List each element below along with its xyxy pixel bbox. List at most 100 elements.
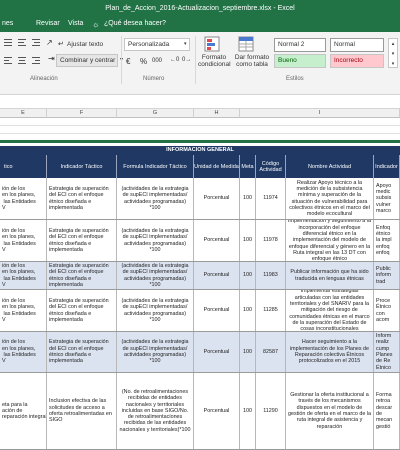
tell-me-search[interactable]: ¿Qué desea hacer?: [104, 20, 166, 27]
cell-indicator-formula[interactable]: (actividades de la estrategia de supECI …: [117, 178, 194, 219]
ribbon-tabs: nes Revisar Vista ☼ ¿Qué desea hacer?: [0, 18, 400, 32]
header-goal: Meta: [240, 155, 256, 178]
chevron-down-icon: ▾: [184, 41, 187, 47]
ribbon-divider: [195, 36, 196, 84]
cell-goal[interactable]: 100: [240, 220, 256, 261]
cell-activity-code[interactable]: 11974: [256, 178, 286, 219]
cell-unit[interactable]: Porcentual: [194, 262, 240, 289]
grid-line: [0, 133, 400, 134]
cell-activity-name[interactable]: Gestionar la oferta institucional a trav…: [286, 373, 374, 449]
cell-unit[interactable]: Porcentual: [194, 290, 240, 331]
align-top-icons[interactable]: [4, 38, 44, 48]
cell-goal[interactable]: 100: [240, 332, 256, 372]
currency-icon[interactable]: €: [126, 57, 130, 66]
style-normal-2[interactable]: Normal 2: [274, 38, 326, 52]
spreadsheet-grid[interactable]: E F G H I INFORMACION GENERAL tico Indic…: [0, 109, 400, 450]
table-row[interactable]: ión de los en los planes, las Entidades …: [0, 178, 400, 220]
orientation-icon[interactable]: ↗: [46, 38, 53, 47]
section-title: INFORMACION GENERAL: [0, 146, 400, 155]
cell-goal[interactable]: 100: [240, 290, 256, 331]
format-table-icon[interactable]: [238, 36, 254, 52]
cell-tactical-objective[interactable]: ión de los en los planes, las Entidades …: [0, 332, 47, 372]
column-header[interactable]: H: [194, 109, 240, 118]
table-row[interactable]: ión de los en los planes, las Entidades …: [0, 332, 400, 373]
cell-activity-code[interactable]: 11285: [256, 290, 286, 331]
style-normal[interactable]: Normal: [330, 38, 384, 52]
number-format-select[interactable]: Personalizada: [124, 38, 190, 51]
increase-decimal-icon[interactable]: ←0: [170, 57, 179, 63]
cell-unit[interactable]: Porcentual: [194, 178, 240, 219]
style-bad[interactable]: Incorrecto: [330, 54, 384, 68]
cell-tactical-indicator[interactable]: Estrategia de superación del ECI con el …: [47, 220, 117, 261]
cell-activity-code[interactable]: 11983: [256, 262, 286, 289]
table-row[interactable]: ión de los en los planes, las Entidades …: [0, 290, 400, 332]
header-activity-name: Nombre Actividad: [286, 155, 374, 178]
thousands-button[interactable]: 000: [152, 58, 162, 64]
cell-unit[interactable]: Porcentual: [194, 332, 240, 372]
cell-activity-name[interactable]: Implementación y seguimiento a la incorp…: [286, 220, 374, 261]
cell-tactical-indicator[interactable]: Estrategia de superación del ECI con el …: [47, 262, 117, 289]
cell-activity-name[interactable]: Implementar estrategias articuladas con …: [286, 290, 374, 331]
cell-tactical-objective[interactable]: ión de los en los planes, las Entidades …: [0, 262, 47, 289]
cell-indicator[interactable]: Forma retroa descar de mecan gestió: [374, 373, 400, 449]
cell-tactical-objective[interactable]: ión de los en los planes, las Entidades …: [0, 178, 47, 219]
column-header[interactable]: G: [117, 109, 194, 118]
conditional-format-icon[interactable]: [204, 36, 220, 52]
style-good[interactable]: Bueno: [274, 54, 326, 68]
cell-goal[interactable]: 100: [240, 178, 256, 219]
table-row[interactable]: ión de los en los planes, las Entidades …: [0, 220, 400, 262]
table-row[interactable]: ión de los en los planes, las Entidades …: [0, 262, 400, 290]
tab-formulas[interactable]: nes: [2, 20, 13, 27]
indent-icon[interactable]: ⇥: [48, 54, 55, 63]
align-center-icons[interactable]: [4, 56, 44, 66]
table-row[interactable]: eta para la ación de reparación integral…: [0, 373, 400, 450]
cell-indicator-formula[interactable]: (actividades de la estrategia de supECI …: [117, 220, 194, 261]
column-header[interactable]: E: [0, 109, 47, 118]
cell-indicator-formula[interactable]: (No. de retroalimentaciones recibidas de…: [117, 373, 194, 449]
cell-activity-code[interactable]: 11978: [256, 220, 286, 261]
percent-button[interactable]: %: [140, 57, 147, 66]
cell-tactical-objective[interactable]: eta para la ación de reparación integral: [0, 373, 47, 449]
cell-activity-name[interactable]: Hacer seguimiento a la implementación de…: [286, 332, 374, 372]
cell-goal[interactable]: 100: [240, 262, 256, 289]
cell-unit[interactable]: Porcentual: [194, 220, 240, 261]
decrease-decimal-icon[interactable]: 0→: [182, 57, 191, 63]
tab-view[interactable]: Vista: [68, 20, 83, 27]
cell-indicator-formula[interactable]: (actividades de la estrategia de supECI …: [117, 332, 194, 372]
cell-indicator-formula[interactable]: (actividades de la estrategia de supECI …: [117, 262, 194, 289]
column-header[interactable]: F: [47, 109, 117, 118]
cell-tactical-indicator[interactable]: Estrategia de superación del ECI con el …: [47, 178, 117, 219]
cell-activity-code[interactable]: 11290: [256, 373, 286, 449]
formula-bar[interactable]: [0, 95, 400, 109]
column-header[interactable]: I: [240, 109, 400, 118]
cell-goal[interactable]: 100: [240, 373, 256, 449]
header-unit: Unidad de Medida: [194, 155, 240, 178]
cell-tactical-indicator[interactable]: Inclusion efectiva de las solicitudes de…: [47, 373, 117, 449]
conditional-format-button[interactable]: Formato condicional: [198, 54, 231, 68]
cell-tactical-objective[interactable]: ión de los en los planes, las Entidades …: [0, 220, 47, 261]
wrap-text-button[interactable]: Ajustar texto: [67, 41, 103, 48]
cell-indicator[interactable]: Apoyo medic subsis vulner marco: [374, 178, 400, 219]
cell-indicator[interactable]: Enfoq étnico la impl enfoq enfoq: [374, 220, 400, 261]
cell-indicator[interactable]: Proce Étnico con acom: [374, 290, 400, 331]
cell-unit[interactable]: Porcentual: [194, 373, 240, 449]
cell-activity-code[interactable]: 82587: [256, 332, 286, 372]
merge-center-button[interactable]: Combinar y centrar: [56, 54, 118, 67]
selected-row-highlight: [0, 140, 400, 143]
header-indicator: Indicador: [374, 155, 400, 178]
tab-review[interactable]: Revisar: [36, 20, 60, 27]
format-as-table-button[interactable]: Dar formato como tabla: [232, 54, 272, 68]
cell-tactical-objective[interactable]: ión de los en los planes, las Entidades …: [0, 290, 47, 331]
cell-tactical-indicator[interactable]: Estrategia de superación del ECI con el …: [47, 290, 117, 331]
cell-indicator[interactable]: Public inform trad: [374, 262, 400, 289]
cell-indicator-formula[interactable]: (actividades de la estrategia de supECI …: [117, 290, 194, 331]
cell-indicator[interactable]: Inform realiz cump Planes de Re Étnico: [374, 332, 400, 372]
style-label: Normal 2: [278, 41, 305, 48]
cell-activity-name[interactable]: Publicar información que ha sido traduci…: [286, 262, 374, 289]
cell-activity-name[interactable]: Realizar Apoyo técnico a la medición de …: [286, 178, 374, 219]
lightbulb-icon: ☼: [92, 20, 100, 29]
header-tactical-objective: tico: [0, 155, 47, 178]
cell-tactical-indicator[interactable]: Estrategia de superación del ECI con el …: [47, 332, 117, 372]
group-alignment-label: Alineación: [30, 76, 58, 82]
styles-scroll[interactable]: ▴ ▾ ▾: [388, 38, 398, 68]
